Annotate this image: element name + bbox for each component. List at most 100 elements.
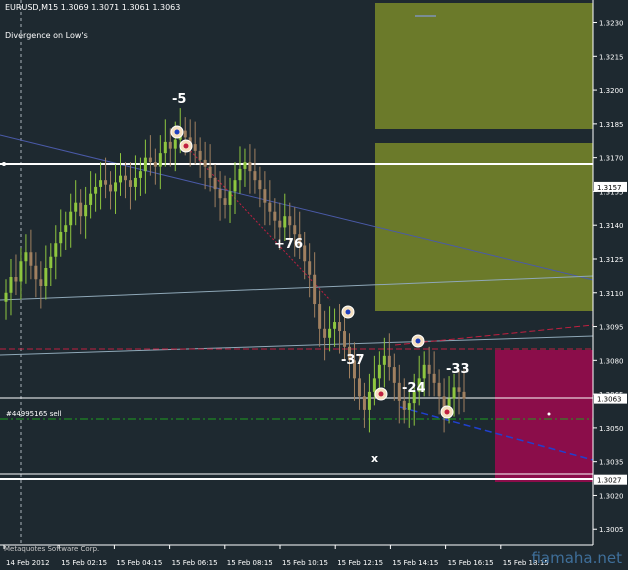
candle-body	[333, 322, 337, 329]
candle-body	[338, 322, 342, 332]
supply-zone-top[interactable]	[375, 3, 593, 129]
copyright-text: Metaquotes Software Corp.	[4, 545, 100, 553]
chart-header: EURUSD,M15 1.3069 1.3071 1.3061 1.3063	[5, 3, 180, 12]
candle-body	[128, 180, 132, 187]
supply-zone-mid[interactable]	[375, 143, 593, 311]
candle-body	[133, 177, 137, 187]
candle-body	[273, 211, 277, 221]
candle-body	[24, 252, 28, 262]
candle-body	[34, 265, 38, 280]
candle-body	[64, 225, 68, 232]
candle-body	[377, 364, 381, 379]
candle-body	[258, 180, 262, 190]
candle-body	[238, 168, 242, 181]
candle-body	[343, 331, 347, 347]
candle-body	[158, 153, 162, 167]
candle-body	[318, 304, 322, 329]
candle-body	[39, 279, 43, 287]
candle-body	[372, 378, 376, 392]
candle-body	[402, 400, 406, 410]
candle-body	[323, 328, 327, 338]
x-tick-label: 15 Feb 14:15	[392, 559, 438, 567]
demand-zone[interactable]	[495, 350, 593, 482]
candle-body	[114, 182, 118, 192]
annotation-label: -33	[446, 362, 470, 377]
candle-body	[253, 171, 257, 181]
candle-body	[143, 157, 147, 172]
candle-body	[123, 175, 127, 181]
candle-body	[104, 180, 108, 185]
price-chart[interactable]: 1.32301.32151.32001.31851.31701.31551.31…	[0, 0, 628, 570]
candle-body	[432, 373, 436, 383]
candle-body	[263, 189, 267, 203]
candle-body	[173, 139, 177, 149]
y-tick-label: 1.3095	[599, 324, 624, 332]
candle-body	[233, 180, 237, 192]
candle-body	[109, 184, 113, 192]
x-tick-label: 15 Feb 04:15	[116, 559, 162, 567]
candle-body	[243, 162, 247, 169]
candle-body	[407, 403, 411, 410]
y-tick-label: 1.3035	[599, 459, 624, 467]
candle-body	[462, 391, 466, 399]
candle-body	[397, 382, 401, 401]
candle-body	[223, 198, 227, 205]
y-tick-label: 1.3050	[599, 425, 624, 433]
candle-body	[94, 186, 98, 194]
candle-body	[19, 261, 23, 282]
candle-body	[288, 216, 292, 226]
candle-body	[163, 141, 167, 154]
candle-body	[4, 292, 8, 302]
y-tick-label: 1.3125	[599, 256, 624, 264]
annotation-label: +76	[274, 237, 303, 252]
annotation-label: -5	[172, 92, 187, 107]
y-tick-label: 1.3140	[599, 222, 624, 230]
candle-body	[79, 202, 83, 217]
candle-body	[183, 130, 187, 138]
candle-body	[14, 277, 18, 282]
watermark: fiamaha.net	[531, 549, 622, 567]
candle-body	[69, 211, 73, 226]
candle-body	[148, 157, 152, 163]
candle-body	[119, 175, 122, 183]
candle-body	[387, 355, 391, 368]
y-tick-label: 1.3200	[599, 87, 624, 95]
candle-body	[367, 391, 371, 410]
candle-body	[74, 202, 78, 212]
candle-body	[293, 225, 297, 235]
candle-body	[362, 396, 366, 410]
hline-handle[interactable]	[2, 162, 6, 166]
candle-body	[99, 180, 103, 187]
annotation-label: -24	[402, 381, 426, 396]
price-marker-label: 1.3027	[597, 477, 622, 485]
y-tick-label: 1.3020	[599, 492, 624, 500]
x-tick-label: 15 Feb 06:15	[172, 559, 218, 567]
candle-body	[218, 189, 222, 199]
candle-body	[392, 367, 396, 383]
candle-body	[268, 202, 272, 212]
x-tick-label: 15 Feb 10:15	[282, 559, 328, 567]
candle-body	[382, 355, 386, 365]
candle-body	[153, 162, 157, 167]
x-tick-label: 15 Feb 02:15	[61, 559, 107, 567]
candle-body	[457, 387, 461, 392]
x-tick-label: 15 Feb 16:15	[448, 559, 494, 567]
candle-body	[89, 193, 93, 205]
x-tick-label: 15 Feb 08:15	[227, 559, 273, 567]
candle-body	[203, 159, 207, 167]
candle-body	[437, 382, 441, 397]
candle-body	[59, 231, 63, 244]
candle-body	[213, 177, 217, 190]
candle-body	[228, 191, 232, 205]
x-tick-label: 14 Feb 2012	[6, 559, 50, 567]
order-label[interactable]: #44995165 sell	[6, 410, 62, 418]
candle-body	[452, 387, 456, 399]
y-tick-label: 1.3080	[599, 357, 624, 365]
candle-body	[84, 204, 88, 217]
candle-body	[313, 274, 317, 305]
candle-body	[308, 261, 312, 275]
candle-body	[168, 141, 172, 149]
x-marker: x	[371, 452, 379, 465]
symbol-timeframe: EURUSD,M15	[5, 3, 59, 12]
candle-body	[138, 171, 142, 178]
